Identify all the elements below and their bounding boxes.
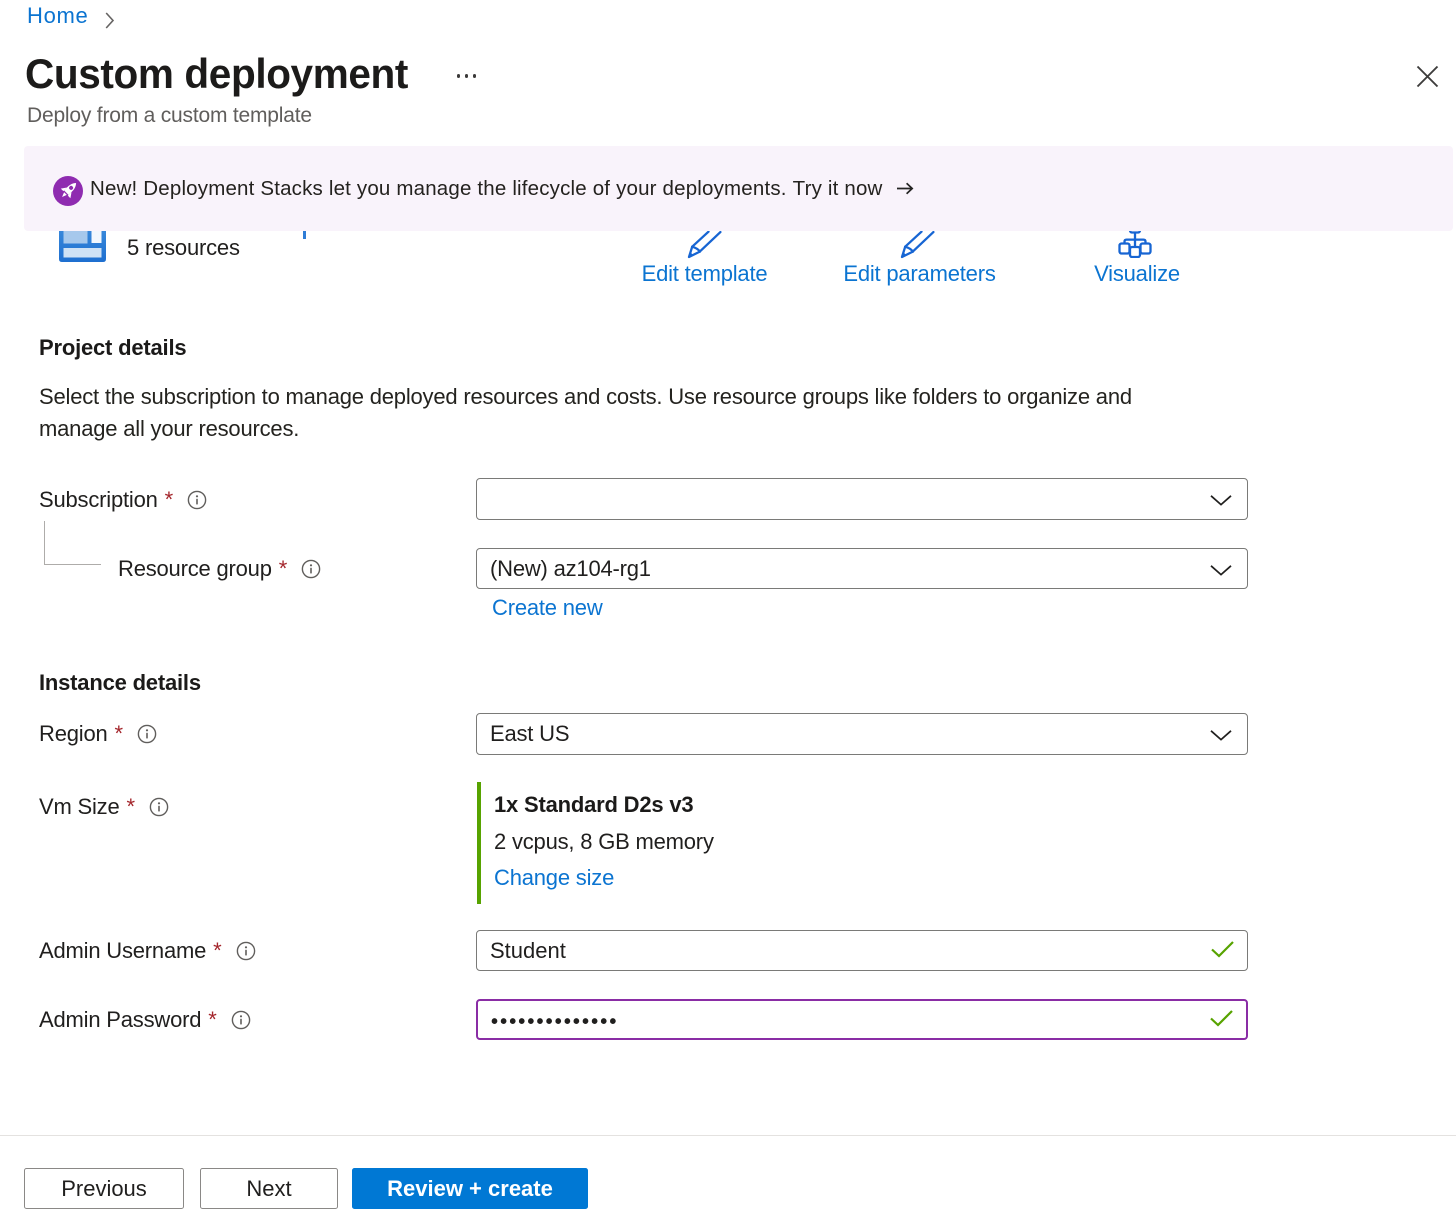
ellipsis-dot bbox=[465, 74, 468, 77]
info-icon[interactable] bbox=[137, 724, 157, 744]
vm-size-name: 1x Standard D2s v3 bbox=[494, 787, 714, 824]
info-icon[interactable] bbox=[187, 490, 207, 510]
info-icon[interactable] bbox=[301, 559, 321, 579]
rocket-icon bbox=[53, 176, 83, 212]
project-details-heading: Project details bbox=[39, 335, 186, 361]
template-resource-count: 5 resources bbox=[127, 235, 240, 261]
subscription-dropdown[interactable] bbox=[476, 478, 1248, 520]
banner-try-it-now-link[interactable]: Try it now bbox=[793, 177, 914, 201]
create-new-link[interactable]: Create new bbox=[492, 595, 603, 621]
chevron-down-icon bbox=[1210, 721, 1232, 747]
edit-parameters-action[interactable]: Edit parameters bbox=[834, 260, 1005, 287]
resource-group-label: Resource group * bbox=[118, 548, 321, 589]
more-options-button[interactable] bbox=[457, 66, 485, 86]
admin-username-label: Admin Username * bbox=[39, 931, 256, 971]
ellipsis-dot bbox=[457, 74, 460, 77]
field-connector-line bbox=[44, 564, 101, 565]
field-connector-line bbox=[44, 521, 45, 565]
vm-size-summary: 1x Standard D2s v3 2 vcpus, 8 GB memory … bbox=[477, 782, 714, 904]
required-asterisk: * bbox=[115, 721, 123, 747]
region-dropdown[interactable]: East US bbox=[476, 713, 1248, 755]
valid-check-icon bbox=[1210, 938, 1235, 964]
info-icon[interactable] bbox=[231, 1010, 251, 1030]
chevron-down-icon bbox=[1210, 556, 1232, 582]
project-details-description: Select the subscription to manage deploy… bbox=[39, 381, 1132, 445]
required-asterisk: * bbox=[127, 794, 135, 820]
pencil-icon bbox=[900, 231, 936, 265]
deployment-stacks-banner: New! Deployment Stacks let you manage th… bbox=[24, 146, 1453, 231]
edit-template-action[interactable]: Edit template bbox=[624, 260, 785, 287]
instance-details-heading: Instance details bbox=[39, 670, 201, 696]
previous-button[interactable]: Previous bbox=[24, 1168, 184, 1209]
page-subtitle: Deploy from a custom template bbox=[27, 104, 312, 128]
change-size-link[interactable]: Change size bbox=[494, 865, 614, 890]
admin-username-input[interactable] bbox=[477, 931, 1247, 970]
required-asterisk: * bbox=[213, 938, 221, 964]
admin-username-field bbox=[476, 930, 1248, 971]
visualize-action[interactable]: Visualize bbox=[1057, 260, 1217, 287]
admin-password-label: Admin Password * bbox=[39, 1000, 251, 1040]
resource-group-dropdown[interactable]: (New) az104-rg1 bbox=[476, 548, 1248, 589]
pencil-icon bbox=[687, 231, 723, 265]
custom-deployment-page: Home Custom deployment Deploy from a cus… bbox=[0, 0, 1456, 1219]
required-asterisk: * bbox=[279, 556, 287, 582]
review-create-button[interactable]: Review + create bbox=[352, 1168, 588, 1209]
vm-size-label: Vm Size * bbox=[39, 793, 169, 821]
org-chart-icon bbox=[1116, 231, 1154, 264]
valid-check-icon bbox=[1209, 1007, 1234, 1033]
info-icon[interactable] bbox=[149, 797, 169, 817]
vm-size-specs: 2 vcpus, 8 GB memory bbox=[494, 824, 714, 861]
breadcrumb-home-link[interactable]: Home bbox=[27, 3, 89, 29]
chevron-down-icon bbox=[1210, 486, 1232, 512]
banner-text: New! Deployment Stacks let you manage th… bbox=[90, 177, 787, 201]
next-button[interactable]: Next bbox=[200, 1168, 338, 1209]
page-title: Custom deployment bbox=[25, 50, 408, 98]
arrow-right-icon bbox=[896, 182, 914, 195]
ellipsis-dot bbox=[473, 74, 476, 77]
info-icon[interactable] bbox=[236, 941, 256, 961]
breadcrumb-chevron-icon bbox=[105, 9, 115, 35]
required-asterisk: * bbox=[165, 487, 173, 513]
region-label: Region * bbox=[39, 713, 157, 755]
admin-password-field bbox=[476, 999, 1248, 1040]
subscription-label: Subscription * bbox=[39, 479, 207, 520]
footer-divider bbox=[0, 1135, 1456, 1136]
close-icon[interactable] bbox=[1415, 64, 1440, 89]
required-asterisk: * bbox=[208, 1007, 216, 1033]
template-icon bbox=[59, 231, 106, 268]
template-name-link-remnant bbox=[303, 231, 306, 239]
admin-password-input[interactable] bbox=[478, 1001, 1246, 1038]
